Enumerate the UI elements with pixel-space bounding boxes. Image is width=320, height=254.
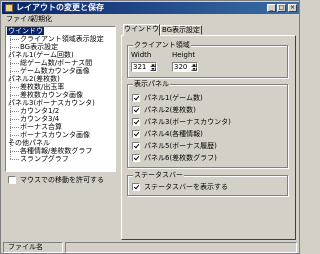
- panel6-checkbox[interactable]: [132, 154, 140, 162]
- panel2-label: パネル2(差枚数): [144, 106, 196, 114]
- height-stepper[interactable]: ▲ ▼: [172, 62, 198, 72]
- minimize-button[interactable]: _: [267, 4, 276, 12]
- tree-item-window[interactable]: ウインドウ: [7, 27, 44, 35]
- statusbar-group: ステータスバー ステータスバーを表示する: [127, 171, 288, 196]
- show-statusbar-label: ステータスバーを表示する: [144, 183, 228, 191]
- height-input[interactable]: [173, 63, 192, 71]
- mouse-move-checkbox[interactable]: [8, 176, 16, 184]
- tree-item-bg-display[interactable]: BG表示設定: [20, 43, 58, 51]
- maximize-button[interactable]: □: [277, 4, 286, 12]
- close-button[interactable]: ×: [288, 4, 297, 12]
- tree-connector: [10, 127, 19, 128]
- panel1-checkbox[interactable]: [132, 94, 140, 102]
- spin-down-icon[interactable]: ▼: [150, 67, 156, 71]
- tree-item-info-graph[interactable]: 各種情報/差枚数グラフ: [20, 147, 92, 155]
- window-title: レイアウトの変更と保存: [16, 3, 104, 12]
- tree-item-coin-counter-image[interactable]: 差枚数カウンタ画像: [20, 91, 83, 99]
- height-spin[interactable]: ▲ ▼: [191, 63, 197, 71]
- status-bar: ファイル名: [2, 241, 299, 253]
- tree-item-bonus-counter-image[interactable]: ボーナスカウンタ画像: [20, 131, 90, 139]
- tab-window[interactable]: ウインドウ: [123, 24, 160, 36]
- panel3-label: パネル3(ボーナスカウンタ): [144, 118, 231, 126]
- tree-connector: [10, 63, 19, 64]
- tree-connector: [10, 95, 19, 96]
- client-area-group: クライアント領域 Width Height ▲ ▼ ▲ ▼: [127, 41, 288, 78]
- tree-connector: [10, 39, 19, 40]
- width-stepper[interactable]: ▲ ▼: [131, 62, 157, 72]
- tree-item-counter-1-2[interactable]: カウンタ1/2: [20, 107, 59, 115]
- tree-connector: [10, 47, 19, 48]
- tree-connector: [10, 151, 19, 152]
- statusbar-group-title: ステータスバー: [133, 171, 184, 179]
- menu-file[interactable]: ファイル: [6, 15, 34, 23]
- tree-connector: [10, 159, 19, 160]
- mouse-move-label: マウスでの移動を許可する: [20, 176, 104, 184]
- tree-item-coin-diff-rate[interactable]: 差枚数/出玉率: [20, 83, 64, 91]
- mouse-move-option[interactable]: マウスでの移動を許可する: [8, 176, 116, 185]
- width-input[interactable]: [132, 63, 151, 71]
- tree-connector: [10, 71, 19, 72]
- status-bar-blank: [65, 242, 297, 253]
- tree-connector: [10, 119, 19, 120]
- display-panels-title: 表示パネル: [133, 80, 170, 88]
- height-label: Height: [172, 51, 196, 59]
- display-panels-group: 表示パネル パネル1(ゲーム数) パネル2(差枚数) パネル3(ボーナスカウンタ…: [127, 80, 288, 168]
- panel2-checkbox[interactable]: [132, 106, 140, 114]
- spin-down-icon[interactable]: ▼: [191, 67, 197, 71]
- panel1-label: パネル1(ゲーム数): [144, 94, 203, 102]
- panel4-label: パネル4(各種情報): [144, 130, 203, 138]
- app-icon: [5, 4, 13, 12]
- window-tab-panel: クライアント領域 Width Height ▲ ▼ ▲ ▼ 表示パネル: [121, 35, 296, 240]
- width-label: Width: [131, 51, 152, 59]
- tree-connector: [10, 135, 19, 136]
- tree-item-panel2[interactable]: パネル2(差枚数): [8, 75, 60, 83]
- panel3-checkbox[interactable]: [132, 118, 140, 126]
- tree-connector: [10, 111, 19, 112]
- menu-initialize[interactable]: 初期化: [31, 15, 52, 23]
- title-bar[interactable]: レイアウトの変更と保存 _ □ ×: [2, 2, 299, 14]
- tree-item-bonus-total[interactable]: ボーナス合算: [20, 123, 62, 131]
- tree-item-game-counter-image[interactable]: ゲーム数カウンタ画像: [20, 67, 90, 75]
- tree-item-slump-graph[interactable]: スランプグラフ: [20, 155, 69, 163]
- layout-window: レイアウトの変更と保存 _ □ × ファイル 初期化 ウインドウ クライアント領…: [0, 0, 300, 254]
- client-area-title: クライアント領域: [133, 41, 191, 49]
- panel5-label: パネル5(ボーナス履歴): [144, 142, 217, 150]
- width-spin[interactable]: ▲ ▼: [150, 63, 156, 71]
- settings-tree[interactable]: ウインドウ クライアント領域表示設定 BG表示設定 パネル1(ゲーム回数) 総ゲ…: [5, 26, 116, 172]
- tree-item-panel1[interactable]: パネル1(ゲーム回数): [8, 51, 74, 59]
- panel5-checkbox[interactable]: [132, 142, 140, 150]
- tree-item-total-games[interactable]: 総ゲーム数/ボーナス間: [20, 59, 92, 67]
- menu-bar: ファイル 初期化: [2, 14, 299, 24]
- tree-item-client-area[interactable]: クライアント領域表示設定: [20, 35, 104, 43]
- panel4-checkbox[interactable]: [132, 130, 140, 138]
- tree-item-panel3[interactable]: パネル3(ボーナスカウンタ): [8, 99, 95, 107]
- tree-connector: [10, 87, 19, 88]
- panel6-label: パネル6(差枚数グラフ): [144, 154, 217, 162]
- tree-item-other-panels[interactable]: その他パネル: [8, 139, 50, 147]
- status-file-name: ファイル名: [3, 242, 63, 253]
- tab-bg-settings[interactable]: BG表示設定: [160, 25, 202, 35]
- tree-item-counter-3-4[interactable]: カウンタ3/4: [20, 115, 59, 123]
- show-statusbar-checkbox[interactable]: [132, 183, 140, 191]
